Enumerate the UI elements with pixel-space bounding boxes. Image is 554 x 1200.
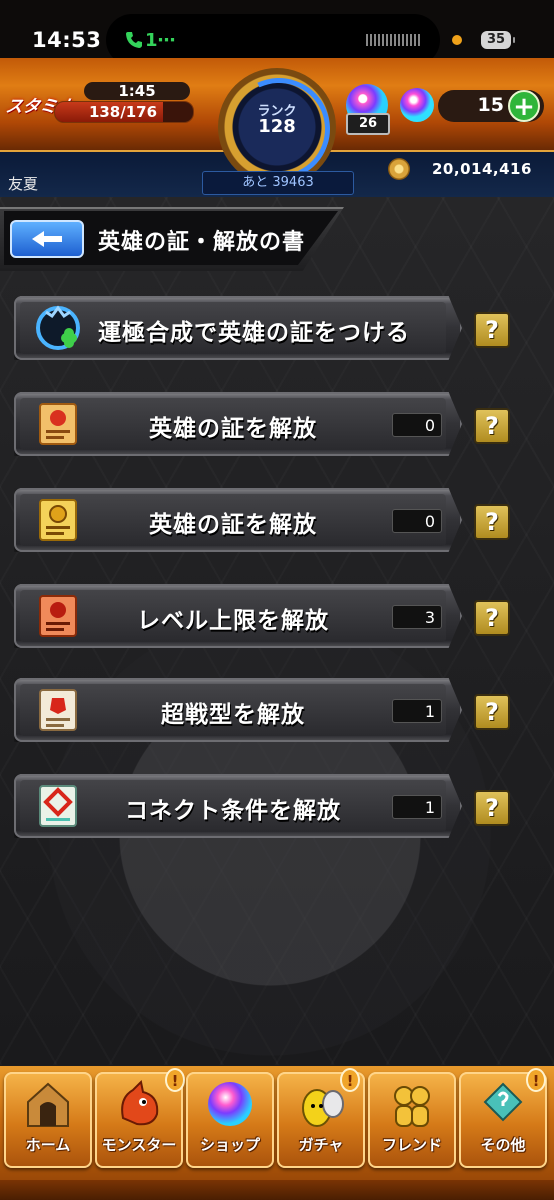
- call-indicator[interactable]: 1⋯: [145, 30, 176, 51]
- nav-home[interactable]: ホーム: [4, 1072, 92, 1168]
- monster-icon: [121, 1079, 159, 1126]
- item-count: 0: [392, 509, 442, 533]
- stamina-value: 138/176: [88, 103, 158, 121]
- item-count: 1: [392, 699, 442, 723]
- notification-badge: !: [526, 1068, 546, 1092]
- other-icon: [483, 1082, 523, 1122]
- nav-shop[interactable]: ショップ: [186, 1072, 274, 1168]
- nav-label: ガチャ: [298, 1136, 344, 1154]
- gacha-egg-icon: [302, 1089, 344, 1127]
- menu-row-label: レベル上限を解放: [137, 608, 329, 634]
- luck-clover-icon: [36, 305, 80, 350]
- menu-row-level-cap[interactable]: レベル上限を解放 3: [14, 584, 462, 648]
- menu-row-super-battle-type[interactable]: 超戦型を解放 1: [14, 678, 462, 742]
- clock: 14:53: [32, 28, 102, 52]
- shop-orb-icon: [208, 1082, 252, 1126]
- item-count: 3: [392, 605, 442, 629]
- friend-icon: [394, 1086, 430, 1127]
- rank-value: 128: [258, 116, 296, 137]
- home-icon: [27, 1082, 69, 1127]
- level-scroll-icon: [39, 595, 77, 637]
- menu-row-label: コネクト条件を解放: [125, 798, 341, 824]
- home-indicator-area: [0, 1180, 554, 1200]
- next-rank-exp: あと 39463: [202, 171, 354, 195]
- connect-scroll-icon: [39, 785, 77, 827]
- back-arrow-icon: [32, 231, 62, 247]
- gold-scroll-icon: [39, 499, 77, 541]
- menu-row-label: 運極合成で英雄の証をつける: [98, 320, 410, 346]
- phone-icon: [126, 32, 142, 48]
- nav-label: ショップ: [199, 1136, 260, 1154]
- help-button[interactable]: ?: [474, 312, 510, 348]
- battle-type-scroll-icon: [39, 689, 77, 731]
- nav-label: フレンド: [381, 1136, 442, 1154]
- menu-row-hero-cert-gold[interactable]: 英雄の証を解放 0: [14, 488, 462, 552]
- orb-stack-count: 26: [346, 113, 390, 135]
- back-button[interactable]: [10, 220, 84, 258]
- item-count: 0: [392, 413, 442, 437]
- notification-badge: !: [340, 1068, 360, 1092]
- item-count: 1: [392, 795, 442, 819]
- help-button[interactable]: ?: [474, 504, 510, 540]
- stamina-timer: 1:45: [84, 82, 190, 100]
- status-bar: 14:53 1⋯ 35: [0, 0, 554, 66]
- menu-row-label: 超戦型を解放: [161, 702, 305, 728]
- menu-row-luck-fusion[interactable]: 運極合成で英雄の証をつける: [14, 296, 462, 360]
- audio-wave-icon: [366, 34, 420, 46]
- buy-orb-button[interactable]: +: [508, 90, 540, 122]
- mic-indicator-icon: [452, 35, 462, 45]
- page-title: 英雄の証・解放の書: [98, 230, 306, 255]
- nav-label: モンスター: [101, 1136, 177, 1154]
- help-button[interactable]: ?: [474, 600, 510, 636]
- gold-coin-icon: [388, 158, 410, 180]
- nav-label: その他: [480, 1136, 526, 1154]
- menu-row-label: 英雄の証を解放: [149, 416, 317, 442]
- battery-icon: 35: [481, 31, 515, 49]
- menu-row-label: 英雄の証を解放: [149, 512, 317, 538]
- nav-friend[interactable]: フレンド: [368, 1072, 456, 1168]
- nav-label: ホーム: [25, 1136, 71, 1154]
- orb-count: 15: [477, 94, 504, 116]
- help-button[interactable]: ?: [474, 790, 510, 826]
- help-button[interactable]: ?: [474, 694, 510, 730]
- orb-icon: [400, 88, 434, 122]
- gold-amount: 20,014,416: [432, 160, 532, 178]
- help-button[interactable]: ?: [474, 408, 510, 444]
- player-name: 友夏: [8, 175, 39, 193]
- menu-row-hero-cert[interactable]: 英雄の証を解放 0: [14, 392, 462, 456]
- red-scroll-icon: [39, 403, 77, 445]
- notification-badge: !: [165, 1068, 185, 1092]
- menu-row-connect-condition[interactable]: コネクト条件を解放 1: [14, 774, 462, 838]
